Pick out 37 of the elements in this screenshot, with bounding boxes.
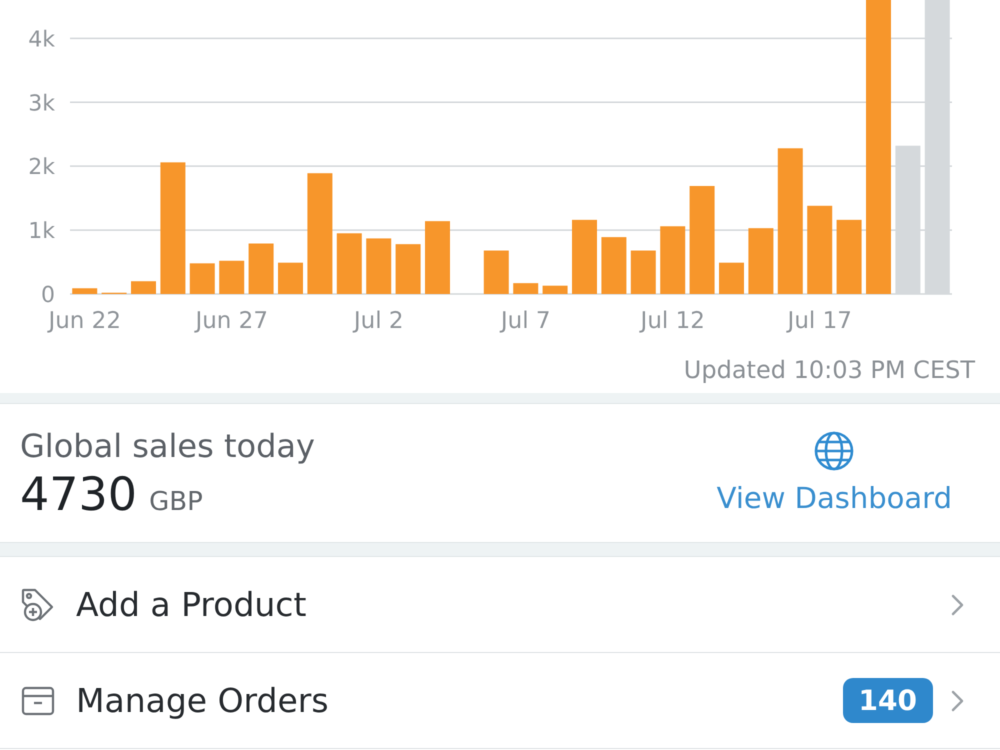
chart-bar: [219, 260, 244, 294]
chart-bar: [190, 263, 215, 294]
x-axis-label: Jul 17: [788, 308, 852, 334]
x-axis-label: Jun 27: [195, 308, 268, 334]
y-axis-label: 3k: [28, 91, 55, 116]
y-axis-label: 0: [41, 283, 55, 308]
chart-bar: [660, 226, 686, 294]
currency-label: GBP: [149, 486, 203, 517]
chart-bar: [336, 233, 362, 294]
chart-bar: [484, 250, 509, 294]
globe-icon: [814, 431, 854, 471]
chart-bar: [366, 238, 392, 294]
sales-amount: 4730: [20, 468, 138, 520]
y-axis-label: 1k: [28, 219, 55, 244]
chart-bar: [248, 244, 274, 294]
x-axis-label: Jul 2: [354, 308, 404, 334]
chart-bar: [748, 228, 774, 294]
chart-bar: [131, 281, 156, 294]
chart-bar: [719, 262, 744, 294]
chevron-right-icon: [951, 594, 964, 616]
count-badge: 140: [842, 678, 933, 723]
updated-time: Updated 10:03 PM CEST: [684, 356, 975, 384]
x-axis-label: Jul 7: [500, 308, 551, 334]
chart-bar: [396, 244, 421, 294]
chart-bar: [72, 288, 98, 294]
chart-bar: [542, 286, 568, 294]
sales-label: Global sales today: [20, 426, 315, 465]
chart-bar: [278, 262, 303, 294]
y-axis-label: 4k: [28, 27, 55, 52]
x-axis-label: Jul 12: [640, 308, 705, 334]
tag-plus-icon: [20, 586, 56, 622]
x-axis-label: Jun 22: [48, 308, 121, 334]
chart-bar: [601, 237, 626, 294]
y-axis-label: 2k: [28, 155, 55, 180]
chart-bar: [630, 250, 656, 294]
chevron-right-icon: [951, 690, 964, 712]
chart-bar: [513, 283, 538, 294]
